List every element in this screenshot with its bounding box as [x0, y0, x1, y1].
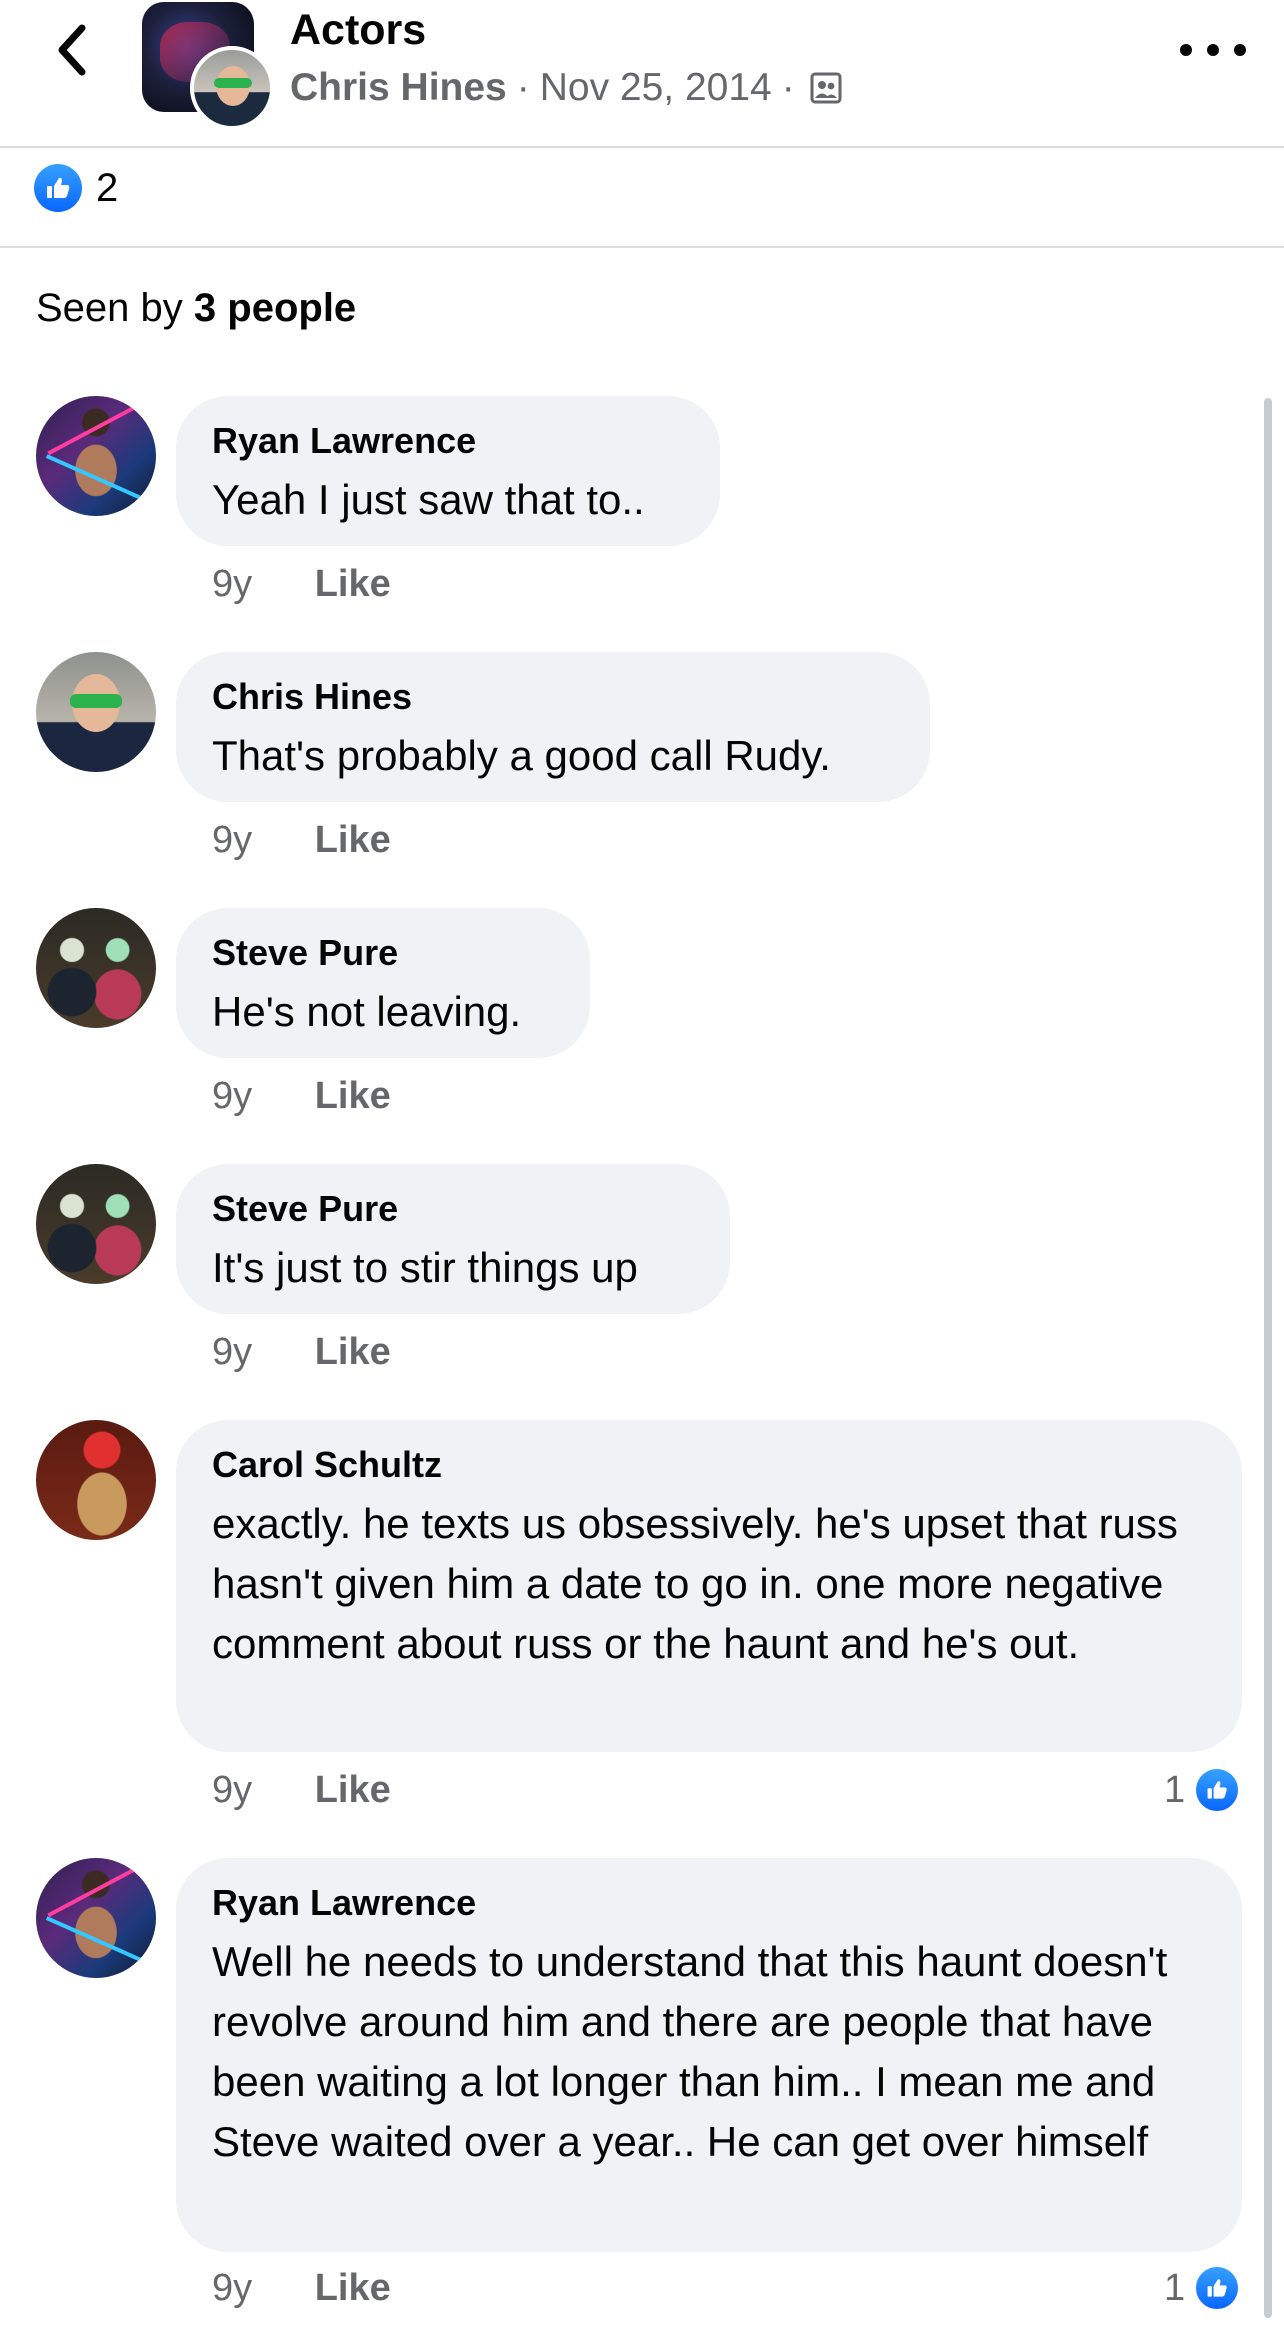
post-author[interactable]: Chris Hines: [290, 64, 507, 112]
comment-like-button[interactable]: Like: [315, 2267, 391, 2309]
post-meta: Chris Hines · Nov 25, 2014 ·: [290, 64, 843, 112]
comment-like-button[interactable]: Like: [315, 1331, 391, 1373]
comment-reactions[interactable]: 1: [1164, 2262, 1242, 2314]
comment-reactions[interactable]: 1: [1164, 1764, 1242, 1816]
comment-actions: 9y Like: [212, 1328, 391, 1376]
avatar[interactable]: [36, 652, 156, 772]
seen-by-count: 3 people: [193, 286, 357, 330]
comment-time[interactable]: 9y: [212, 1075, 252, 1117]
like-icon: [1193, 1766, 1242, 1814]
seen-by-prefix: Seen by: [36, 286, 183, 330]
author-avatar[interactable]: [190, 46, 274, 130]
comment-time[interactable]: 9y: [212, 819, 252, 861]
comment-text: He's not leaving.: [212, 988, 522, 1035]
comment-like-button[interactable]: Like: [315, 563, 391, 605]
comment-actions: 9y Like: [212, 2264, 391, 2312]
back-button[interactable]: [44, 18, 98, 82]
comment-actions: 9y Like: [212, 1072, 391, 1120]
chevron-left-icon: [58, 24, 86, 76]
more-dot: [1234, 44, 1246, 56]
comment-time[interactable]: 9y: [212, 1331, 252, 1373]
comment-text: Yeah I just saw that to..: [212, 476, 645, 523]
comment-bubble[interactable]: Ryan Lawrence Yeah I just saw that to..: [176, 396, 720, 546]
post-reactions[interactable]: 2: [34, 162, 118, 214]
group-title[interactable]: Actors: [290, 4, 426, 56]
meta-separator: ·: [781, 66, 795, 109]
avatar[interactable]: [36, 1164, 156, 1284]
scrollbar[interactable]: [1264, 398, 1272, 2318]
comment-text: exactly. he texts us obsessively. he's u…: [212, 1500, 1178, 1667]
comment-reaction-count: 1: [1164, 2266, 1186, 2309]
comment-like-button[interactable]: Like: [315, 1769, 391, 1811]
comment-bubble[interactable]: Ryan Lawrence Well he needs to understan…: [176, 1858, 1242, 2252]
meta-separator: ·: [516, 66, 530, 109]
comment-time[interactable]: 9y: [212, 1769, 252, 1811]
comment-bubble[interactable]: Steve Pure He's not leaving.: [176, 908, 590, 1058]
comment-text: It's just to stir things up: [212, 1244, 638, 1291]
comment-time[interactable]: 9y: [212, 563, 252, 605]
comment-author[interactable]: Ryan Lawrence: [212, 418, 684, 464]
comment-author[interactable]: Steve Pure: [212, 930, 554, 976]
like-icon: [1193, 2264, 1242, 2312]
more-options-button[interactable]: [1180, 30, 1246, 70]
comment-actions: 9y Like: [212, 816, 391, 864]
avatar[interactable]: [36, 1858, 156, 1978]
avatar[interactable]: [36, 396, 156, 516]
comment-author[interactable]: Carol Schultz: [212, 1442, 1206, 1488]
comment-bubble[interactable]: Chris Hines That's probably a good call …: [176, 652, 930, 802]
comment-text: That's probably a good call Rudy.: [212, 732, 831, 779]
group-members-icon: [810, 72, 842, 104]
comment-like-button[interactable]: Like: [315, 1075, 391, 1117]
comment-actions: 9y Like: [212, 560, 391, 608]
comment-like-button[interactable]: Like: [315, 819, 391, 861]
more-dot: [1207, 44, 1219, 56]
comment-text: Well he needs to understand that this ha…: [212, 1938, 1168, 2165]
comment-time[interactable]: 9y: [212, 2267, 252, 2309]
comment-author[interactable]: Chris Hines: [212, 674, 894, 720]
comment-bubble[interactable]: Carol Schultz exactly. he texts us obses…: [176, 1420, 1242, 1752]
comment-bubble[interactable]: Steve Pure It's just to stir things up: [176, 1164, 730, 1314]
avatar[interactable]: [36, 908, 156, 1028]
post-header: Actors Chris Hines · Nov 25, 2014 ·: [0, 0, 1284, 148]
comment-reaction-count: 1: [1164, 1768, 1186, 1811]
avatar[interactable]: [36, 1420, 156, 1540]
more-horizontal-icon: [1180, 44, 1192, 56]
comment-author[interactable]: Steve Pure: [212, 1186, 694, 1232]
like-icon: [34, 164, 82, 212]
seen-by[interactable]: Seen by 3 people: [36, 282, 356, 334]
comment-author[interactable]: Ryan Lawrence: [212, 1880, 1206, 1926]
reaction-count: 2: [96, 165, 119, 210]
post-date[interactable]: Nov 25, 2014: [540, 64, 772, 112]
divider: [0, 246, 1284, 248]
comment-actions: 9y Like: [212, 1766, 391, 1814]
